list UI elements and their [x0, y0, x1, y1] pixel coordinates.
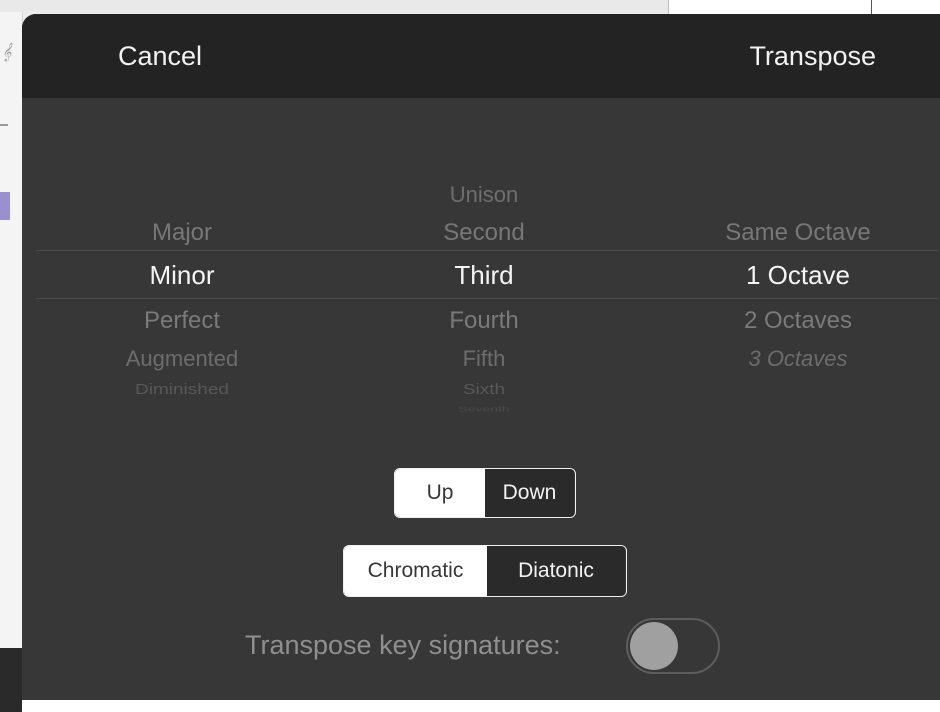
picker-item[interactable]: Major: [82, 219, 282, 247]
key-signatures-toggle[interactable]: [626, 618, 720, 674]
background-input-box: [668, 0, 940, 14]
background-dash: [0, 124, 8, 126]
picker-item[interactable]: Sixth: [384, 381, 584, 398]
interval-picker[interactable]: Major Minor Perfect Augmented Diminished…: [22, 98, 940, 428]
picker-item[interactable]: Second: [384, 219, 584, 247]
direction-down-segment[interactable]: Down: [485, 469, 574, 517]
picker-item[interactable]: Perfect: [82, 307, 282, 335]
picker-column-quality[interactable]: Major Minor Perfect Augmented Diminished: [82, 98, 282, 428]
key-signatures-row: Transpose key signatures:: [22, 614, 940, 674]
picker-item[interactable]: Same Octave: [678, 219, 918, 247]
picker-item[interactable]: Seventh: [384, 405, 584, 413]
picker-item[interactable]: Unison: [384, 182, 584, 208]
background-dark-block: [0, 648, 22, 712]
picker-item[interactable]: 2 Octaves: [678, 307, 918, 335]
picker-item-selected[interactable]: Third: [384, 260, 584, 291]
picker-item[interactable]: 3 Octaves: [678, 346, 918, 372]
picker-item-selected[interactable]: 1 Octave: [678, 260, 918, 291]
picker-item[interactable]: Fifth: [384, 346, 584, 372]
background-left-edge: 𝄞: [0, 12, 23, 712]
picker-item[interactable]: Diminished: [82, 381, 282, 398]
background-cursor-tick: [871, 0, 872, 14]
transpose-button[interactable]: Transpose: [749, 40, 876, 72]
picker-column-octave[interactable]: Same Octave 1 Octave 2 Octaves 3 Octaves: [678, 98, 918, 428]
direction-up-segment[interactable]: Up: [395, 469, 485, 517]
cancel-button[interactable]: Cancel: [118, 40, 202, 72]
key-signatures-label: Transpose key signatures:: [245, 630, 561, 660]
picker-column-interval[interactable]: Unison Second Third Fourth Fifth Sixth S…: [384, 98, 584, 428]
background-music-glyph: 𝄞: [2, 42, 12, 61]
mode-chromatic-segment[interactable]: Chromatic: [344, 546, 487, 596]
picker-item[interactable]: Augmented: [82, 346, 282, 372]
mode-segmented-control[interactable]: Chromatic Diatonic: [343, 545, 627, 597]
background-highlight: [0, 192, 10, 220]
mode-diatonic-segment[interactable]: Diatonic: [487, 546, 625, 596]
transpose-sheet: Cancel Transpose Major Minor Perfect Aug…: [22, 14, 940, 700]
picker-item-selected[interactable]: Minor: [82, 260, 282, 291]
navigation-bar: Cancel Transpose: [22, 14, 940, 98]
toggle-knob[interactable]: [630, 622, 678, 670]
picker-item[interactable]: Fourth: [384, 307, 584, 335]
direction-segmented-control[interactable]: Up Down: [394, 468, 576, 518]
